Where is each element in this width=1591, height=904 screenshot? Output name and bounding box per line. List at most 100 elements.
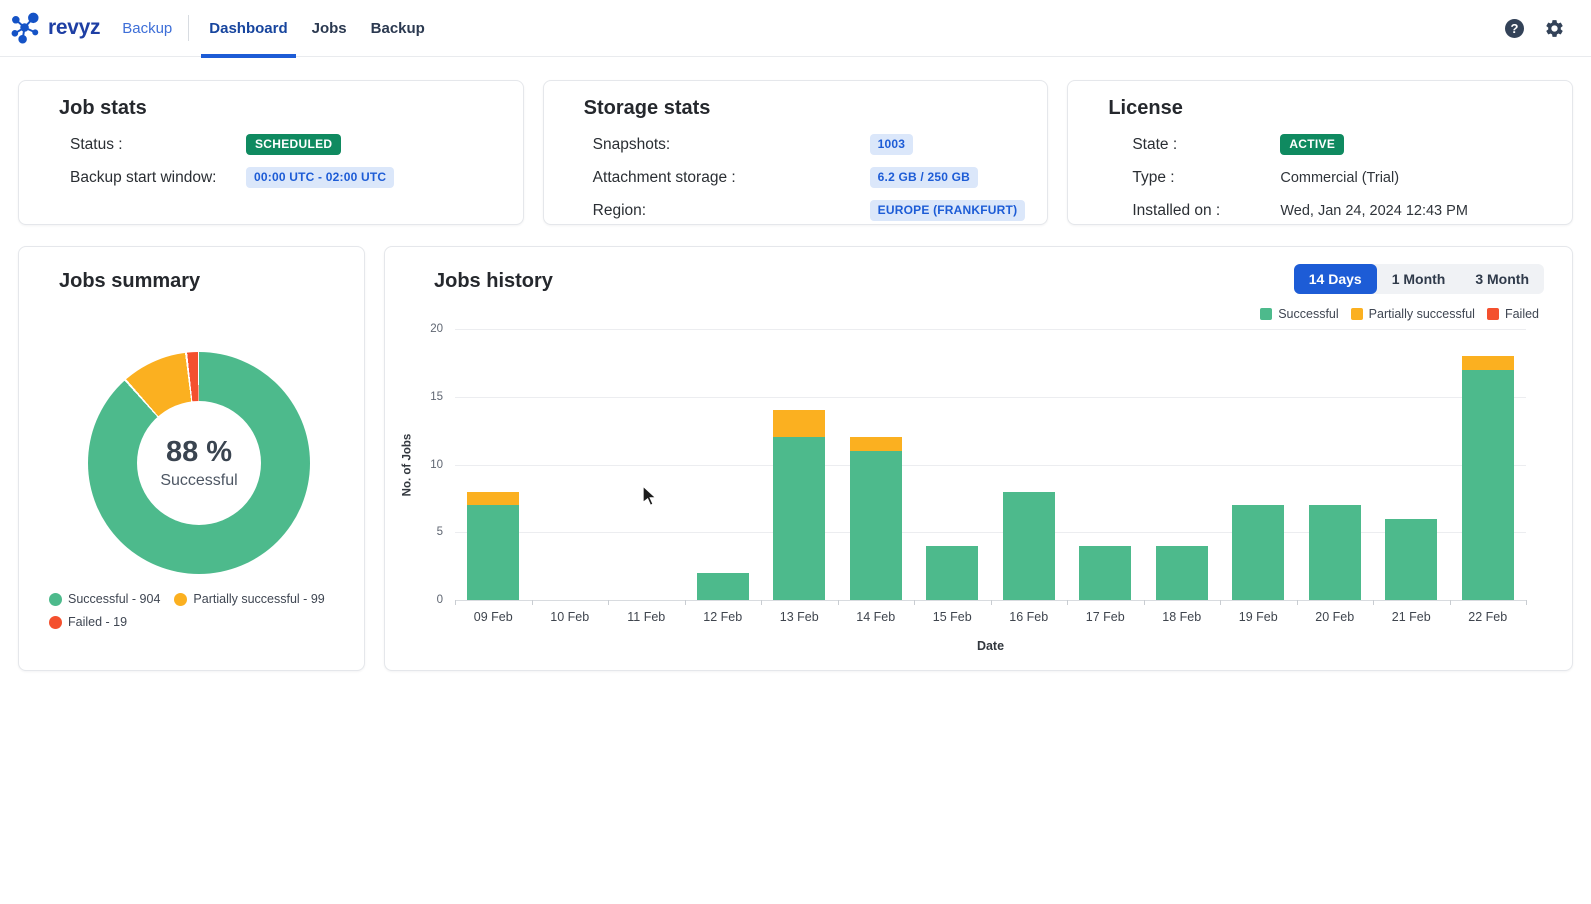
bar-16-feb[interactable] — [1003, 492, 1055, 600]
summary-legend-item[interactable]: Successful - 904 — [49, 592, 160, 606]
legend-square-icon — [1260, 308, 1272, 320]
stat-row-label: State : — [1132, 136, 1280, 154]
stat-row: Snapshots:1003 — [544, 134, 1048, 155]
settings-gear-icon[interactable] — [1544, 18, 1565, 39]
jobs-history-card: Jobs history 14 Days1 Month3 Month Succe… — [384, 246, 1573, 671]
bar-13-feb[interactable] — [773, 410, 825, 600]
bar-12-feb[interactable] — [697, 573, 749, 600]
stat-row: Region:EUROPE (FRANKFURT) — [544, 200, 1048, 221]
x-axis-tick-mark — [991, 600, 992, 605]
stat-card-job-stats: Job statsStatus :SCHEDULEDBackup start w… — [18, 80, 524, 225]
nav-tabs: DashboardJobsBackup — [197, 0, 437, 57]
x-axis-tick-label: 14 Feb — [856, 610, 895, 624]
stat-row-value-badge: ACTIVE — [1280, 134, 1344, 155]
x-axis-tick-label: 19 Feb — [1239, 610, 1278, 624]
brand-logo[interactable]: revyz — [10, 12, 100, 45]
stat-row-label: Snapshots: — [593, 136, 870, 154]
y-axis-label-wrap: No. of Jobs — [399, 329, 415, 600]
bar-segment-successful — [850, 451, 902, 600]
summary-legend-item[interactable]: Failed - 19 — [49, 615, 127, 629]
x-axis-tick-mark — [1067, 600, 1068, 605]
jobs-history-bar-chart[interactable]: 0510152009 Feb10 Feb11 Feb12 Feb13 Feb14… — [455, 329, 1526, 600]
stats-row: Job statsStatus :SCHEDULEDBackup start w… — [18, 80, 1573, 225]
history-range-button-group: 14 Days1 Month3 Month — [1294, 264, 1544, 294]
history-legend-item[interactable]: Successful — [1260, 307, 1338, 321]
y-axis-tick: 20 — [430, 323, 443, 335]
x-axis-tick-mark — [838, 600, 839, 605]
x-axis-tick-mark — [608, 600, 609, 605]
x-axis-tick-label: 09 Feb — [474, 610, 513, 624]
bar-segment-successful — [697, 573, 749, 600]
bar-21-feb[interactable] — [1385, 519, 1437, 600]
history-legend-label: Failed — [1505, 307, 1539, 321]
bar-segment-partially-successful — [773, 410, 825, 437]
bar-segment-successful — [1232, 505, 1284, 600]
x-axis-tick-label: 12 Feb — [703, 610, 742, 624]
range-button-14-days[interactable]: 14 Days — [1294, 264, 1377, 294]
stat-row-label: Region: — [593, 202, 870, 220]
stat-row: Attachment storage :6.2 GB / 250 GB — [544, 167, 1048, 188]
x-axis-tick-label: 15 Feb — [933, 610, 972, 624]
x-axis-tick-mark — [1450, 600, 1451, 605]
dashboard-main: Job statsStatus :SCHEDULEDBackup start w… — [0, 57, 1591, 671]
donut-center-value: 88 % — [166, 436, 232, 469]
summary-legend-item[interactable]: Partially successful - 99 — [174, 592, 324, 606]
stat-row: Type :Commercial (Trial) — [1068, 167, 1572, 188]
history-legend-label: Successful — [1278, 307, 1338, 321]
x-axis-tick-mark — [761, 600, 762, 605]
jobs-summary-card: Jobs summary 88 % Successful Successful … — [18, 246, 365, 671]
y-axis-tick: 5 — [437, 526, 443, 538]
history-legend-item[interactable]: Partially successful — [1351, 307, 1475, 321]
x-axis-tick-mark — [1373, 600, 1374, 605]
x-axis-tick-mark — [1526, 600, 1527, 605]
x-axis-tick-mark — [1144, 600, 1145, 605]
bar-14-feb[interactable] — [850, 437, 902, 600]
nav-divider — [188, 15, 189, 41]
backup-link[interactable]: Backup — [122, 20, 172, 37]
legend-dot-icon — [49, 616, 62, 629]
bar-segment-successful — [1003, 492, 1055, 600]
x-axis-label: Date — [455, 639, 1526, 653]
x-axis-tick-mark — [685, 600, 686, 605]
stat-row-label: Type : — [1132, 169, 1280, 187]
donut-center-label: Successful — [160, 472, 237, 490]
bar-20-feb[interactable] — [1309, 505, 1361, 600]
bar-segment-partially-successful — [1462, 356, 1514, 370]
help-icon[interactable]: ? — [1505, 19, 1524, 38]
range-button-1-month[interactable]: 1 Month — [1377, 264, 1461, 294]
stat-row: Installed on :Wed, Jan 24, 2024 12:43 PM — [1068, 200, 1572, 221]
bar-09-feb[interactable] — [467, 492, 519, 600]
x-axis-tick-mark — [1220, 600, 1221, 605]
bar-segment-partially-successful — [850, 437, 902, 451]
stat-row-value-pill: 1003 — [870, 134, 914, 155]
x-axis-tick-label: 21 Feb — [1392, 610, 1431, 624]
bar-segment-successful — [1079, 546, 1131, 600]
license-title: License — [1068, 81, 1572, 120]
bar-17-feb[interactable] — [1079, 546, 1131, 600]
bar-19-feb[interactable] — [1232, 505, 1284, 600]
stat-card-storage-stats: Storage statsSnapshots:1003Attachment st… — [543, 80, 1049, 225]
bar-segment-successful — [467, 505, 519, 600]
stat-row-value: Wed, Jan 24, 2024 12:43 PM — [1280, 203, 1572, 219]
bar-15-feb[interactable] — [926, 546, 978, 600]
bar-22-feb[interactable] — [1462, 356, 1514, 600]
donut-center: 88 % Successful — [137, 401, 261, 525]
stat-row-value-pill: 00:00 UTC - 02:00 UTC — [246, 167, 394, 188]
gridline — [455, 465, 1526, 466]
nav-tab-backup[interactable]: Backup — [359, 0, 437, 57]
stat-row-label: Backup start window: — [70, 169, 246, 187]
stat-row-label: Attachment storage : — [593, 169, 870, 187]
x-axis-tick-mark — [1297, 600, 1298, 605]
legend-dot-icon — [174, 593, 187, 606]
x-axis-tick-mark — [532, 600, 533, 605]
bar-segment-partially-successful — [467, 492, 519, 506]
history-legend-item[interactable]: Failed — [1487, 307, 1539, 321]
range-button-3-month[interactable]: 3 Month — [1460, 264, 1544, 294]
nav-tab-jobs[interactable]: Jobs — [300, 0, 359, 57]
jobs-summary-donut-chart[interactable]: 88 % Successful — [88, 352, 310, 574]
summary-legend-label: Successful - 904 — [68, 592, 160, 606]
x-axis-tick-label: 22 Feb — [1468, 610, 1507, 624]
x-axis-tick-label: 20 Feb — [1315, 610, 1354, 624]
bar-18-feb[interactable] — [1156, 546, 1208, 600]
nav-tab-dashboard[interactable]: Dashboard — [197, 0, 299, 57]
